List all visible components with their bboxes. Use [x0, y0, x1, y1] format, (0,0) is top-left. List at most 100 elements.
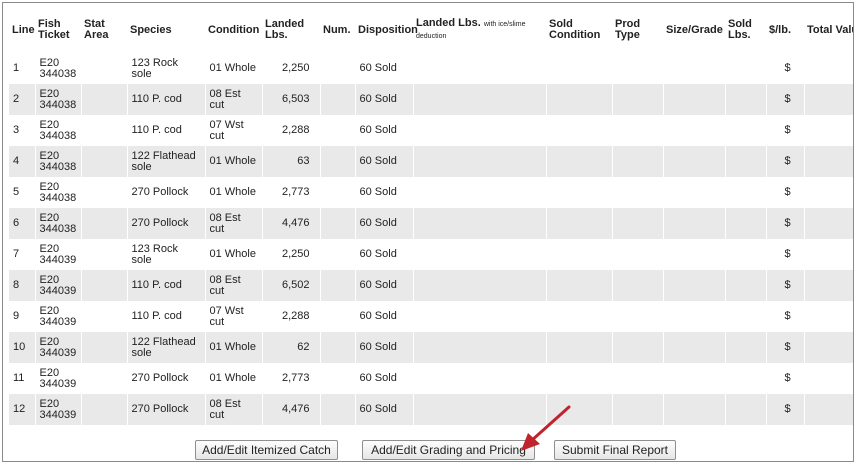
price-per-lb: $: [766, 177, 805, 208]
col-header-size-grade: Size/Grade: [666, 23, 723, 36]
total-value: $: [804, 363, 853, 394]
fish-ticket: E20 344039: [35, 270, 82, 301]
num: [320, 239, 356, 270]
landed-lbs: 2,288: [262, 301, 321, 332]
fish-ticket: E20 344039: [35, 394, 82, 425]
fish-ticket: E20 344038: [35, 115, 82, 146]
total-value: $: [804, 177, 853, 208]
price-per-lb: $: [766, 115, 805, 146]
sold-condition: [546, 53, 613, 84]
landed-lbs-deducted: [413, 146, 547, 177]
fish-ticket: E20 344038: [35, 53, 82, 84]
col-header-price-per-lb: $/lb.: [769, 23, 792, 36]
disposition: 60 Sold: [355, 146, 414, 177]
num: [320, 301, 356, 332]
table-row: 8 E20 344039 110 P. cod 08 Est cut 6,502 60 S…: [9, 270, 853, 301]
prod-type: [612, 394, 664, 425]
col-header-line: Line: [12, 23, 35, 36]
species: 270 Pollock: [127, 363, 206, 394]
line-number: 3: [9, 115, 36, 146]
line-number: 2: [9, 84, 36, 115]
stat-area: [81, 363, 128, 394]
landed-lbs-deducted: [413, 177, 547, 208]
disposition: 60 Sold: [355, 332, 414, 363]
catch-table: Line Fish Ticket Stat Area Species Condi…: [9, 7, 853, 425]
landed-lbs-deducted: [413, 332, 547, 363]
fish-ticket: E20 344039: [35, 363, 82, 394]
species: 110 P. cod: [127, 84, 206, 115]
landed-lbs: 2,773: [262, 177, 321, 208]
col-header-disposition: Disposition: [358, 23, 418, 36]
total-value: $: [804, 301, 853, 332]
num: [320, 177, 356, 208]
landed-lbs-deducted: [413, 363, 547, 394]
num: [320, 84, 356, 115]
num: [320, 115, 356, 146]
condition: 08 Est cut: [205, 84, 263, 115]
num: [320, 394, 356, 425]
size-grade: [663, 363, 726, 394]
species: 123 Rock sole: [127, 239, 206, 270]
table-row: 11 E20 344039 270 Pollock 01 Whole 2,773 60 S…: [9, 363, 853, 394]
stat-area: [81, 53, 128, 84]
disposition: 60 Sold: [355, 84, 414, 115]
table-header-row: Line Fish Ticket Stat Area Species Condi…: [9, 7, 853, 53]
species: 122 Flathead sole: [127, 146, 206, 177]
landed-lbs-deducted: [413, 115, 547, 146]
col-header-landed-lbs-deduction: Landed Lbs. with ice/slime deduction: [413, 7, 546, 53]
condition: 01 Whole: [205, 146, 263, 177]
disposition: 60 Sold: [355, 53, 414, 84]
landed-lbs-deducted: [413, 270, 547, 301]
price-per-lb: $: [766, 239, 805, 270]
species: 270 Pollock: [127, 208, 206, 239]
landed-lbs: 6,503: [262, 84, 321, 115]
col-header-sold-condition: Sold Condition: [549, 18, 601, 41]
col-header-num: Num.: [323, 23, 351, 36]
condition: 07 Wst cut: [205, 115, 263, 146]
sold-condition: [546, 115, 613, 146]
prod-type: [612, 239, 664, 270]
condition: 08 Est cut: [205, 208, 263, 239]
fish-ticket: E20 344038: [35, 146, 82, 177]
disposition: 60 Sold: [355, 239, 414, 270]
stat-area: [81, 394, 128, 425]
col-header-condition: Condition: [208, 23, 260, 36]
prod-type: [612, 177, 664, 208]
size-grade: [663, 301, 726, 332]
size-grade: [663, 146, 726, 177]
line-number: 4: [9, 146, 36, 177]
disposition: 60 Sold: [355, 301, 414, 332]
table-row: 12 E20 344039 270 Pollock 08 Est cut 4,476 60…: [9, 394, 853, 425]
prod-type: [612, 208, 664, 239]
condition: 01 Whole: [205, 332, 263, 363]
sold-lbs: [725, 208, 767, 239]
num: [320, 53, 356, 84]
fish-ticket: E20 344038: [35, 177, 82, 208]
col-header-total-value: Total Value: [807, 23, 853, 36]
sold-lbs: [725, 394, 767, 425]
species: 110 P. cod: [127, 115, 206, 146]
size-grade: [663, 239, 726, 270]
line-number: 10: [9, 332, 36, 363]
landed-lbs-label: Landed Lbs.: [416, 17, 481, 29]
table-row: 5 E20 344038 270 Pollock 01 Whole 2,773 60 So…: [9, 177, 853, 208]
num: [320, 332, 356, 363]
price-per-lb: $: [766, 301, 805, 332]
table-row: 10 E20 344039 122 Flathead sole 01 Whole 62 6…: [9, 332, 853, 363]
red-arrow-annotation: [521, 405, 571, 451]
landed-lbs-deducted: [413, 239, 547, 270]
sold-lbs: [725, 363, 767, 394]
condition: 07 Wst cut: [205, 301, 263, 332]
sold-lbs: [725, 115, 767, 146]
price-per-lb: $: [766, 208, 805, 239]
stat-area: [81, 208, 128, 239]
disposition: 60 Sold: [355, 270, 414, 301]
line-number: 5: [9, 177, 36, 208]
num: [320, 270, 356, 301]
add-edit-itemized-catch-button[interactable]: Add/Edit Itemized Catch: [195, 440, 338, 460]
total-value: $: [804, 53, 853, 84]
line-number: 6: [9, 208, 36, 239]
species: 270 Pollock: [127, 394, 206, 425]
num: [320, 208, 356, 239]
landed-lbs: 2,250: [262, 53, 321, 84]
